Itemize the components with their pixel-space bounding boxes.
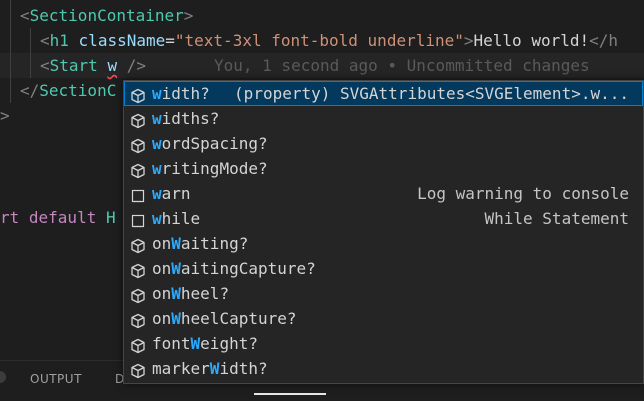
- code-line-6: rt default H: [0, 208, 116, 227]
- suggest-label-prefix: on: [152, 309, 172, 328]
- suggest-label-match: W: [171, 234, 181, 253]
- suggest-label-match: w: [152, 159, 162, 178]
- property-icon: [130, 236, 146, 254]
- suggest-label-rest: idth?: [219, 359, 268, 378]
- suggest-label-match: W: [209, 359, 220, 378]
- property-icon: [130, 111, 146, 129]
- suggest-item[interactable]: onWaitingCapture?: [124, 256, 643, 281]
- autocomplete-suggest-widget[interactable]: width? (property) SVGAttributes<SVGElemen…: [123, 80, 644, 384]
- suggest-label-rest: aiting?: [180, 234, 249, 253]
- suggest-label-match: w: [152, 209, 162, 228]
- suggest-item[interactable]: warn Log warning to console: [124, 181, 643, 206]
- suggest-label-rest: hile: [161, 209, 201, 228]
- tab-output[interactable]: OUTPUT: [30, 372, 82, 386]
- suggest-label-rest: heelCapture?: [180, 309, 297, 328]
- typed-text: w: [107, 56, 118, 75]
- suggest-detail: Log warning to console: [417, 184, 629, 203]
- suggest-label-prefix: on: [152, 259, 172, 278]
- snippet-icon: [130, 211, 146, 228]
- active-tab-indicator: [254, 393, 326, 395]
- suggest-label-match: w: [152, 84, 162, 103]
- suggest-detail: While Statement: [484, 209, 630, 228]
- suggest-list: width? (property) SVGAttributes<SVGElemen…: [124, 81, 643, 381]
- code-line-1: <SectionContainer>: [20, 6, 194, 25]
- code-line-2: <h1 className="text-3xl font-bold underl…: [40, 31, 619, 50]
- property-icon: [130, 311, 146, 329]
- suggest-label-prefix: marker: [152, 359, 210, 378]
- suggest-label-prefix: on: [152, 284, 172, 303]
- property-icon: [130, 136, 146, 154]
- code-line-4: </SectionC: [20, 81, 117, 100]
- code-line-5: >: [0, 106, 10, 125]
- panel-icon: [0, 371, 6, 383]
- git-blame-annotation: You, 1 second ago • Uncommitted changes: [214, 56, 590, 75]
- suggest-item[interactable]: writingMode?: [124, 156, 643, 181]
- property-icon: [130, 86, 146, 104]
- suggest-label-rest: ordSpacing?: [161, 134, 268, 153]
- suggest-label-match: w: [152, 109, 162, 128]
- property-icon: [130, 261, 146, 279]
- suggest-label-rest: idths?: [161, 109, 220, 128]
- suggest-label-match: W: [171, 284, 181, 303]
- suggest-label-match: W: [190, 334, 201, 353]
- suggest-label-rest: idth?: [161, 84, 210, 103]
- suggest-item[interactable]: width? (property) SVGAttributes<SVGElemen…: [124, 81, 643, 106]
- code-line-3: <Start w />: [40, 56, 146, 75]
- suggest-item[interactable]: markerWidth?: [124, 356, 643, 381]
- suggest-label-match: w: [152, 134, 162, 153]
- property-icon: [130, 336, 146, 354]
- suggest-item[interactable]: widths?: [124, 106, 643, 131]
- suggest-item[interactable]: while While Statement: [124, 206, 643, 231]
- indent-guide: [10, 0, 11, 103]
- suggest-label-match: W: [171, 309, 181, 328]
- suggest-label-match: w: [152, 184, 162, 203]
- suggest-item[interactable]: onWaiting?: [124, 231, 643, 256]
- suggest-label-match: W: [171, 259, 181, 278]
- suggest-item[interactable]: fontWeight?: [124, 331, 643, 356]
- suggest-label-prefix: font: [152, 334, 191, 353]
- suggest-label-rest: eight?: [200, 334, 258, 353]
- suggest-label-prefix: on: [152, 234, 172, 253]
- suggest-label-rest: arn: [161, 184, 191, 203]
- indent-guide: [30, 28, 31, 78]
- suggest-label-rest: ritingMode?: [161, 159, 268, 178]
- suggest-detail: (property) SVGAttributes<SVGElement>.w..…: [234, 84, 629, 103]
- suggest-item[interactable]: onWheelCapture?: [124, 306, 643, 331]
- suggest-label-rest: aitingCapture?: [180, 259, 316, 278]
- suggest-item[interactable]: wordSpacing?: [124, 131, 643, 156]
- property-icon: [130, 286, 146, 304]
- property-icon: [130, 161, 146, 179]
- snippet-icon: [130, 186, 146, 203]
- suggest-label-rest: heel?: [180, 284, 230, 303]
- suggest-item[interactable]: onWheel?: [124, 281, 643, 306]
- property-icon: [130, 361, 146, 379]
